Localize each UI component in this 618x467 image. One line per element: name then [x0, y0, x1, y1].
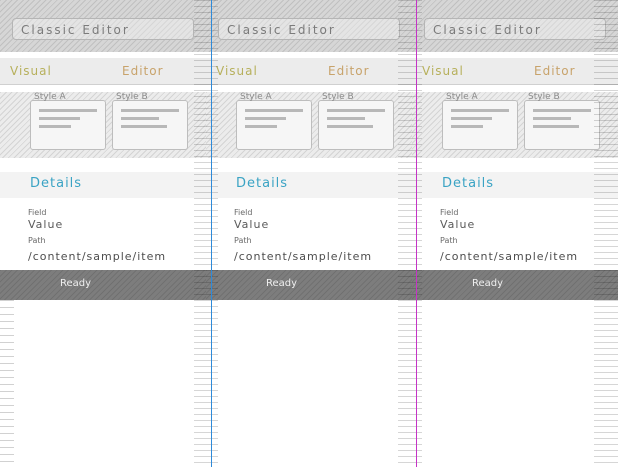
thumbnail-row: Style A Style B — [0, 92, 206, 158]
thumbnail-card[interactable] — [112, 100, 188, 150]
pane-divider[interactable] — [211, 0, 212, 467]
tab-bar: Visual Editor — [412, 58, 618, 85]
editor-pane-3: Classic Editor Visual Editor Style A Sty… — [412, 0, 618, 300]
pane-title[interactable]: Classic Editor — [424, 18, 606, 40]
editor-pane-2: Classic Editor Visual Editor Style A Sty… — [206, 0, 412, 300]
pane-divider[interactable] — [416, 0, 417, 467]
field-value: Value — [440, 218, 476, 231]
tab-visual[interactable]: Visual — [8, 64, 54, 78]
details-link[interactable]: Details — [30, 176, 82, 191]
thumbnail-label: Style A — [34, 92, 66, 102]
info-panel: Field Value Path /content/sample/item — [412, 204, 618, 268]
details-link[interactable]: Details — [236, 176, 288, 191]
line-gutter — [594, 0, 618, 467]
editor-pane-1: Classic Editor Visual Editor Style A Sty… — [0, 0, 206, 300]
thumbnail-label: Style B — [528, 92, 560, 102]
path-label: Path — [28, 236, 46, 245]
link-row: Details — [206, 172, 412, 198]
link-row: Details — [0, 172, 206, 198]
path-label: Path — [234, 236, 252, 245]
thumbnail-card[interactable] — [30, 100, 106, 150]
tab-editor[interactable]: Editor — [326, 64, 372, 78]
thumbnail-row: Style A Style B — [412, 92, 618, 158]
tab-bar: Visual Editor — [0, 58, 206, 85]
info-panel: Field Value Path /content/sample/item — [206, 204, 412, 268]
thumbnail-label: Style B — [322, 92, 354, 102]
field-label: Field — [234, 208, 253, 217]
line-gutter — [194, 0, 218, 467]
pane-title[interactable]: Classic Editor — [218, 18, 400, 40]
field-label: Field — [440, 208, 459, 217]
status-bar: Ready — [0, 270, 206, 300]
link-row: Details — [412, 172, 618, 198]
field-value: Value — [234, 218, 270, 231]
details-link[interactable]: Details — [442, 176, 494, 191]
info-panel: Field Value Path /content/sample/item — [0, 204, 206, 268]
left-line-gutter — [0, 300, 14, 467]
empty-content-area — [14, 300, 594, 467]
path-label: Path — [440, 236, 458, 245]
path-value: /content/sample/item — [28, 250, 167, 263]
thumbnail-card[interactable] — [442, 100, 518, 150]
thumbnail-card[interactable] — [236, 100, 312, 150]
thumbnail-card[interactable] — [318, 100, 394, 150]
status-text: Ready — [266, 278, 298, 289]
pane-title[interactable]: Classic Editor — [12, 18, 194, 40]
path-value: /content/sample/item — [440, 250, 579, 263]
thumbnail-label: Style A — [446, 92, 478, 102]
tab-editor[interactable]: Editor — [532, 64, 578, 78]
field-label: Field — [28, 208, 47, 217]
status-text: Ready — [60, 278, 92, 289]
thumbnail-card[interactable] — [524, 100, 600, 150]
line-gutter — [398, 0, 422, 467]
path-value: /content/sample/item — [234, 250, 373, 263]
status-bar: Ready — [206, 270, 412, 300]
status-bar: Ready — [412, 270, 618, 300]
thumbnail-label: Style A — [240, 92, 272, 102]
thumbnail-label: Style B — [116, 92, 148, 102]
tab-bar: Visual Editor — [206, 58, 412, 85]
tab-editor[interactable]: Editor — [120, 64, 166, 78]
thumbnail-row: Style A Style B — [206, 92, 412, 158]
tab-visual[interactable]: Visual — [214, 64, 260, 78]
tab-visual[interactable]: Visual — [420, 64, 466, 78]
field-value: Value — [28, 218, 64, 231]
status-text: Ready — [472, 278, 504, 289]
